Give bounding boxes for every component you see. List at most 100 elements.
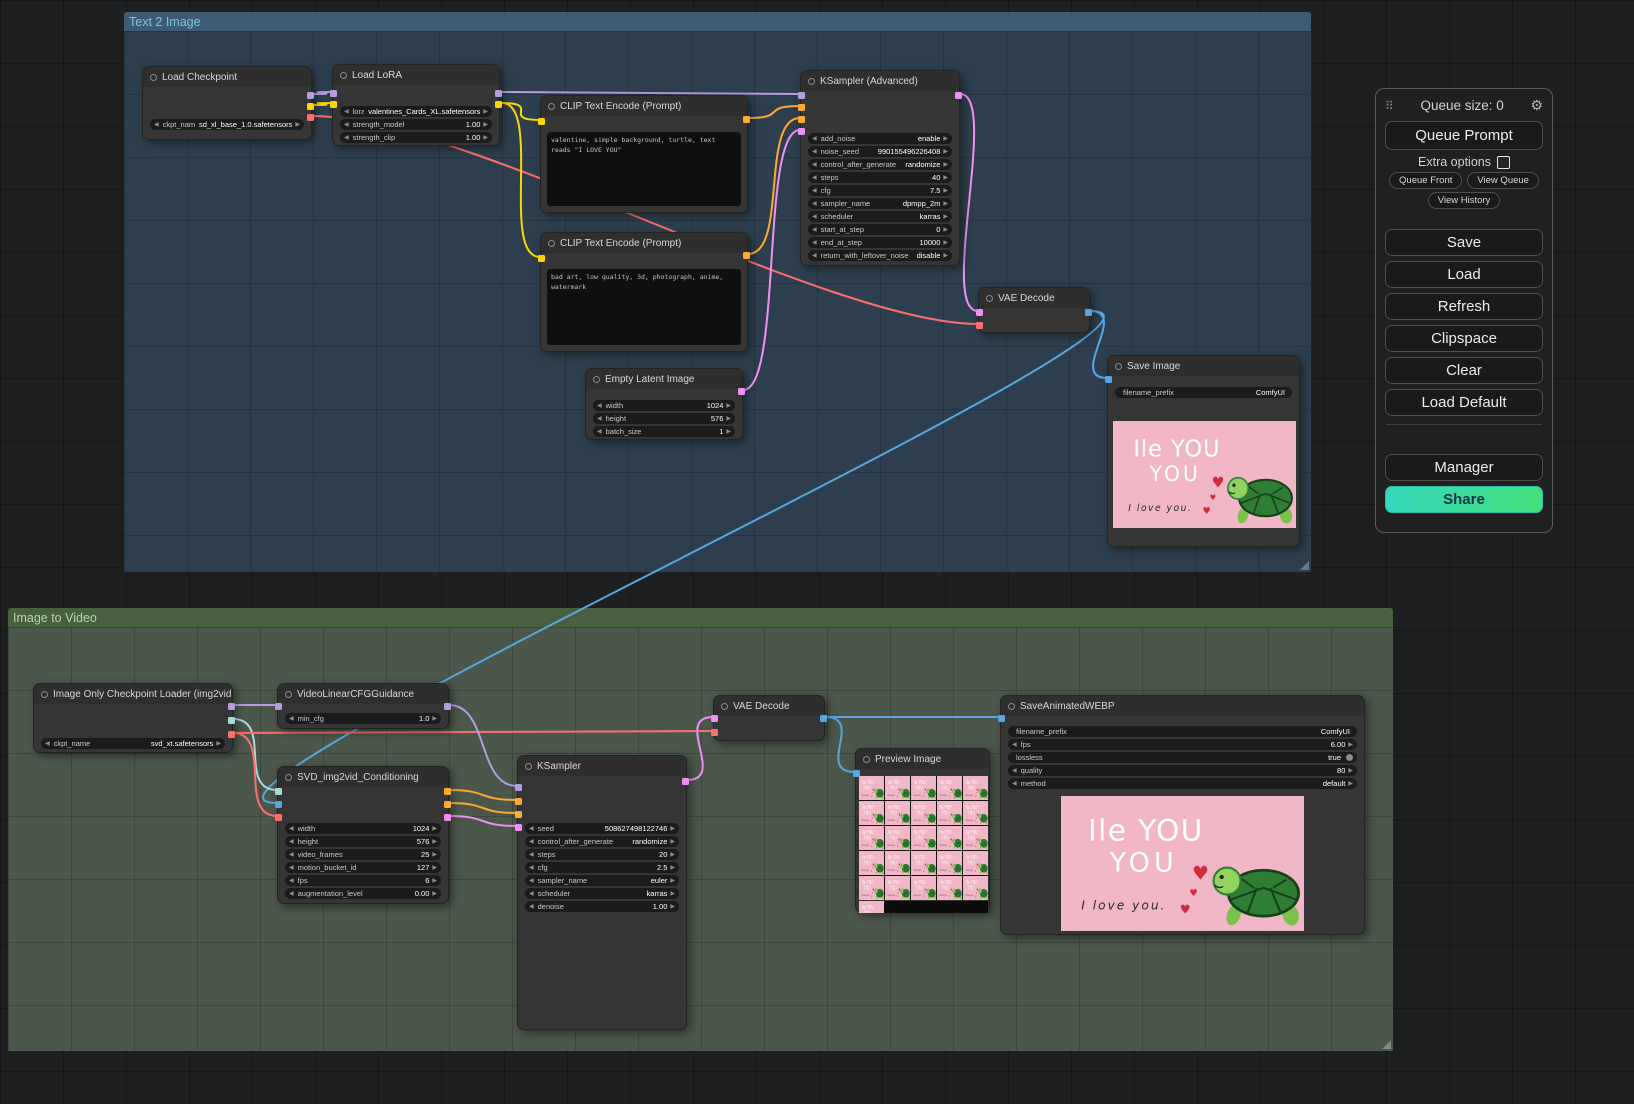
node-titlebar[interactable]: Empty Latent Image xyxy=(586,369,742,389)
clear-button[interactable]: Clear xyxy=(1385,357,1543,384)
input-slot-latent[interactable] xyxy=(515,824,522,831)
group-image2video-header[interactable]: Image to Video xyxy=(8,608,1393,627)
increment-arrow-icon[interactable]: ▶ xyxy=(726,416,731,422)
decrement-arrow-icon[interactable]: ◀ xyxy=(344,109,349,115)
increment-arrow-icon[interactable]: ▶ xyxy=(943,136,948,142)
node-titlebar[interactable]: SVD_img2vid_Conditioning xyxy=(278,767,448,787)
node-titlebar[interactable]: KSampler xyxy=(518,756,686,776)
widget-ckpt_name[interactable]: ◀ckpt_namesd_xl_base_1.0.safetensors▶ xyxy=(150,119,304,130)
increment-arrow-icon[interactable]: ▶ xyxy=(670,865,675,871)
widget-height[interactable]: ◀height576▶ xyxy=(593,413,735,424)
output-slot-latent[interactable] xyxy=(738,388,745,395)
widget-method[interactable]: ◀methoddefault▶ xyxy=(1008,778,1357,789)
input-slot-model[interactable] xyxy=(515,784,522,791)
decrement-arrow-icon[interactable]: ◀ xyxy=(529,839,534,845)
input-slot-image[interactable] xyxy=(1105,376,1112,383)
widget-min_cfg[interactable]: ◀min_cfg1.0▶ xyxy=(285,713,441,724)
node-titlebar[interactable]: VAE Decode xyxy=(979,288,1089,308)
increment-arrow-icon[interactable]: ▶ xyxy=(670,878,675,884)
output-slot-latent[interactable] xyxy=(682,778,689,785)
node-empty-latent[interactable]: Empty Latent Image ◀width1024▶ ◀height576▶… xyxy=(585,368,743,440)
input-slot-cond[interactable] xyxy=(798,104,805,111)
widget-control_after_generate[interactable]: ◀control_after_generaterandomize▶ xyxy=(808,159,952,170)
input-slot-clip[interactable] xyxy=(330,101,337,108)
node-clip-encode-negative[interactable]: CLIP Text Encode (Prompt)bad art, low qu… xyxy=(540,232,748,352)
group-resize-handle[interactable] xyxy=(1382,1040,1391,1049)
input-slot-latent[interactable] xyxy=(798,128,805,135)
load-default-button[interactable]: Load Default xyxy=(1385,389,1543,416)
increment-arrow-icon[interactable]: ▶ xyxy=(432,865,437,871)
widget-video_frames[interactable]: ◀video_frames25▶ xyxy=(285,849,441,860)
decrement-arrow-icon[interactable]: ◀ xyxy=(812,162,817,168)
input-slot-cond[interactable] xyxy=(798,116,805,123)
save-button[interactable]: Save xyxy=(1385,229,1543,256)
widget-strength_model[interactable]: ◀strength_model1.00▶ xyxy=(340,119,492,130)
queue-front-button[interactable]: Queue Front xyxy=(1389,172,1462,189)
decrement-arrow-icon[interactable]: ◀ xyxy=(812,227,817,233)
widget-width[interactable]: ◀width1024▶ xyxy=(285,823,441,834)
increment-arrow-icon[interactable]: ▶ xyxy=(943,149,948,155)
input-slot-model[interactable] xyxy=(330,90,337,97)
widget-scheduler[interactable]: ◀schedulerkarras▶ xyxy=(525,888,679,899)
output-slot-model[interactable] xyxy=(228,703,235,710)
group-text2image-header[interactable]: Text 2 Image xyxy=(124,12,1311,31)
widget-return_with_leftover_noise[interactable]: ◀return_with_leftover_noisedisable▶ xyxy=(808,250,952,261)
widget-cfg[interactable]: ◀cfg7.5▶ xyxy=(808,185,952,196)
widget-steps[interactable]: ◀steps40▶ xyxy=(808,172,952,183)
queue-prompt-button[interactable]: Queue Prompt xyxy=(1385,121,1543,150)
collapse-dot-icon[interactable] xyxy=(721,703,728,710)
prompt-textarea[interactable]: bad art, low quality, 3d, photograph, an… xyxy=(547,269,741,345)
widget-height[interactable]: ◀height576▶ xyxy=(285,836,441,847)
node-vae-decode-video[interactable]: VAE Decode xyxy=(713,695,825,741)
widget-scheduler[interactable]: ◀schedulerkarras▶ xyxy=(808,211,952,222)
increment-arrow-icon[interactable]: ▶ xyxy=(943,175,948,181)
increment-arrow-icon[interactable]: ▶ xyxy=(432,839,437,845)
increment-arrow-icon[interactable]: ▶ xyxy=(432,891,437,897)
decrement-arrow-icon[interactable]: ◀ xyxy=(45,741,50,747)
increment-arrow-icon[interactable]: ▶ xyxy=(943,253,948,259)
widget-width[interactable]: ◀width1024▶ xyxy=(593,400,735,411)
output-slot-model[interactable] xyxy=(307,92,314,99)
manager-button[interactable]: Manager xyxy=(1385,454,1543,481)
widget-augmentation_level[interactable]: ◀augmentation_level0.00▶ xyxy=(285,888,441,899)
increment-arrow-icon[interactable]: ▶ xyxy=(216,741,221,747)
decrement-arrow-icon[interactable]: ◀ xyxy=(812,136,817,142)
increment-arrow-icon[interactable]: ▶ xyxy=(670,852,675,858)
node-video-linear-cfg-guidance[interactable]: VideoLinearCFGGuidance◀min_cfg1.0▶ xyxy=(277,683,449,729)
node-save-animated-webp[interactable]: SaveAnimatedWEBPfilename_prefixComfyUI◀f… xyxy=(1000,695,1365,935)
input-slot-cond[interactable] xyxy=(515,798,522,805)
input-slot-image[interactable] xyxy=(998,715,1005,722)
increment-arrow-icon[interactable]: ▶ xyxy=(432,716,437,722)
node-ksampler-video[interactable]: KSampler◀seed508627498122746▶◀control_af… xyxy=(517,755,687,1030)
widget-start_at_step[interactable]: ◀start_at_step0▶ xyxy=(808,224,952,235)
input-slot-vae[interactable] xyxy=(711,729,718,736)
decrement-arrow-icon[interactable]: ◀ xyxy=(529,852,534,858)
output-slot-model[interactable] xyxy=(444,703,451,710)
increment-arrow-icon[interactable]: ▶ xyxy=(432,826,437,832)
output-slot-vae[interactable] xyxy=(228,731,235,738)
collapse-dot-icon[interactable] xyxy=(285,691,292,698)
decrement-arrow-icon[interactable]: ◀ xyxy=(289,852,294,858)
increment-arrow-icon[interactable]: ▶ xyxy=(483,109,488,115)
widget-ckpt_name[interactable]: ◀ckpt_namesvd_xt.safetensors▶ xyxy=(41,738,225,749)
output-slot-cond[interactable] xyxy=(743,116,750,123)
decrement-arrow-icon[interactable]: ◀ xyxy=(812,201,817,207)
node-ksampler-advanced[interactable]: KSampler (Advanced)◀add_noiseenable▶◀noi… xyxy=(800,70,960,266)
widget-lora_name[interactable]: ◀lora_namevalentines_Cards_XL.safetensor… xyxy=(340,106,492,117)
input-slot-latent[interactable] xyxy=(711,715,718,722)
output-slot-image[interactable] xyxy=(820,715,827,722)
increment-arrow-icon[interactable]: ▶ xyxy=(1348,768,1353,774)
collapse-dot-icon[interactable] xyxy=(285,774,292,781)
widget-denoise[interactable]: ◀denoise1.00▶ xyxy=(525,901,679,912)
decrement-arrow-icon[interactable]: ◀ xyxy=(812,188,817,194)
prompt-textarea[interactable]: valentine, simple background, turtle, te… xyxy=(547,132,741,206)
decrement-arrow-icon[interactable]: ◀ xyxy=(289,865,294,871)
decrement-arrow-icon[interactable]: ◀ xyxy=(1012,781,1017,787)
collapse-dot-icon[interactable] xyxy=(548,103,555,110)
node-titlebar[interactable]: Preview Image xyxy=(856,749,989,769)
collapse-dot-icon[interactable] xyxy=(150,74,157,81)
input-slot-latent[interactable] xyxy=(976,309,983,316)
output-slot-clip[interactable] xyxy=(307,103,314,110)
increment-arrow-icon[interactable]: ▶ xyxy=(943,162,948,168)
output-slot-cond[interactable] xyxy=(743,252,750,259)
